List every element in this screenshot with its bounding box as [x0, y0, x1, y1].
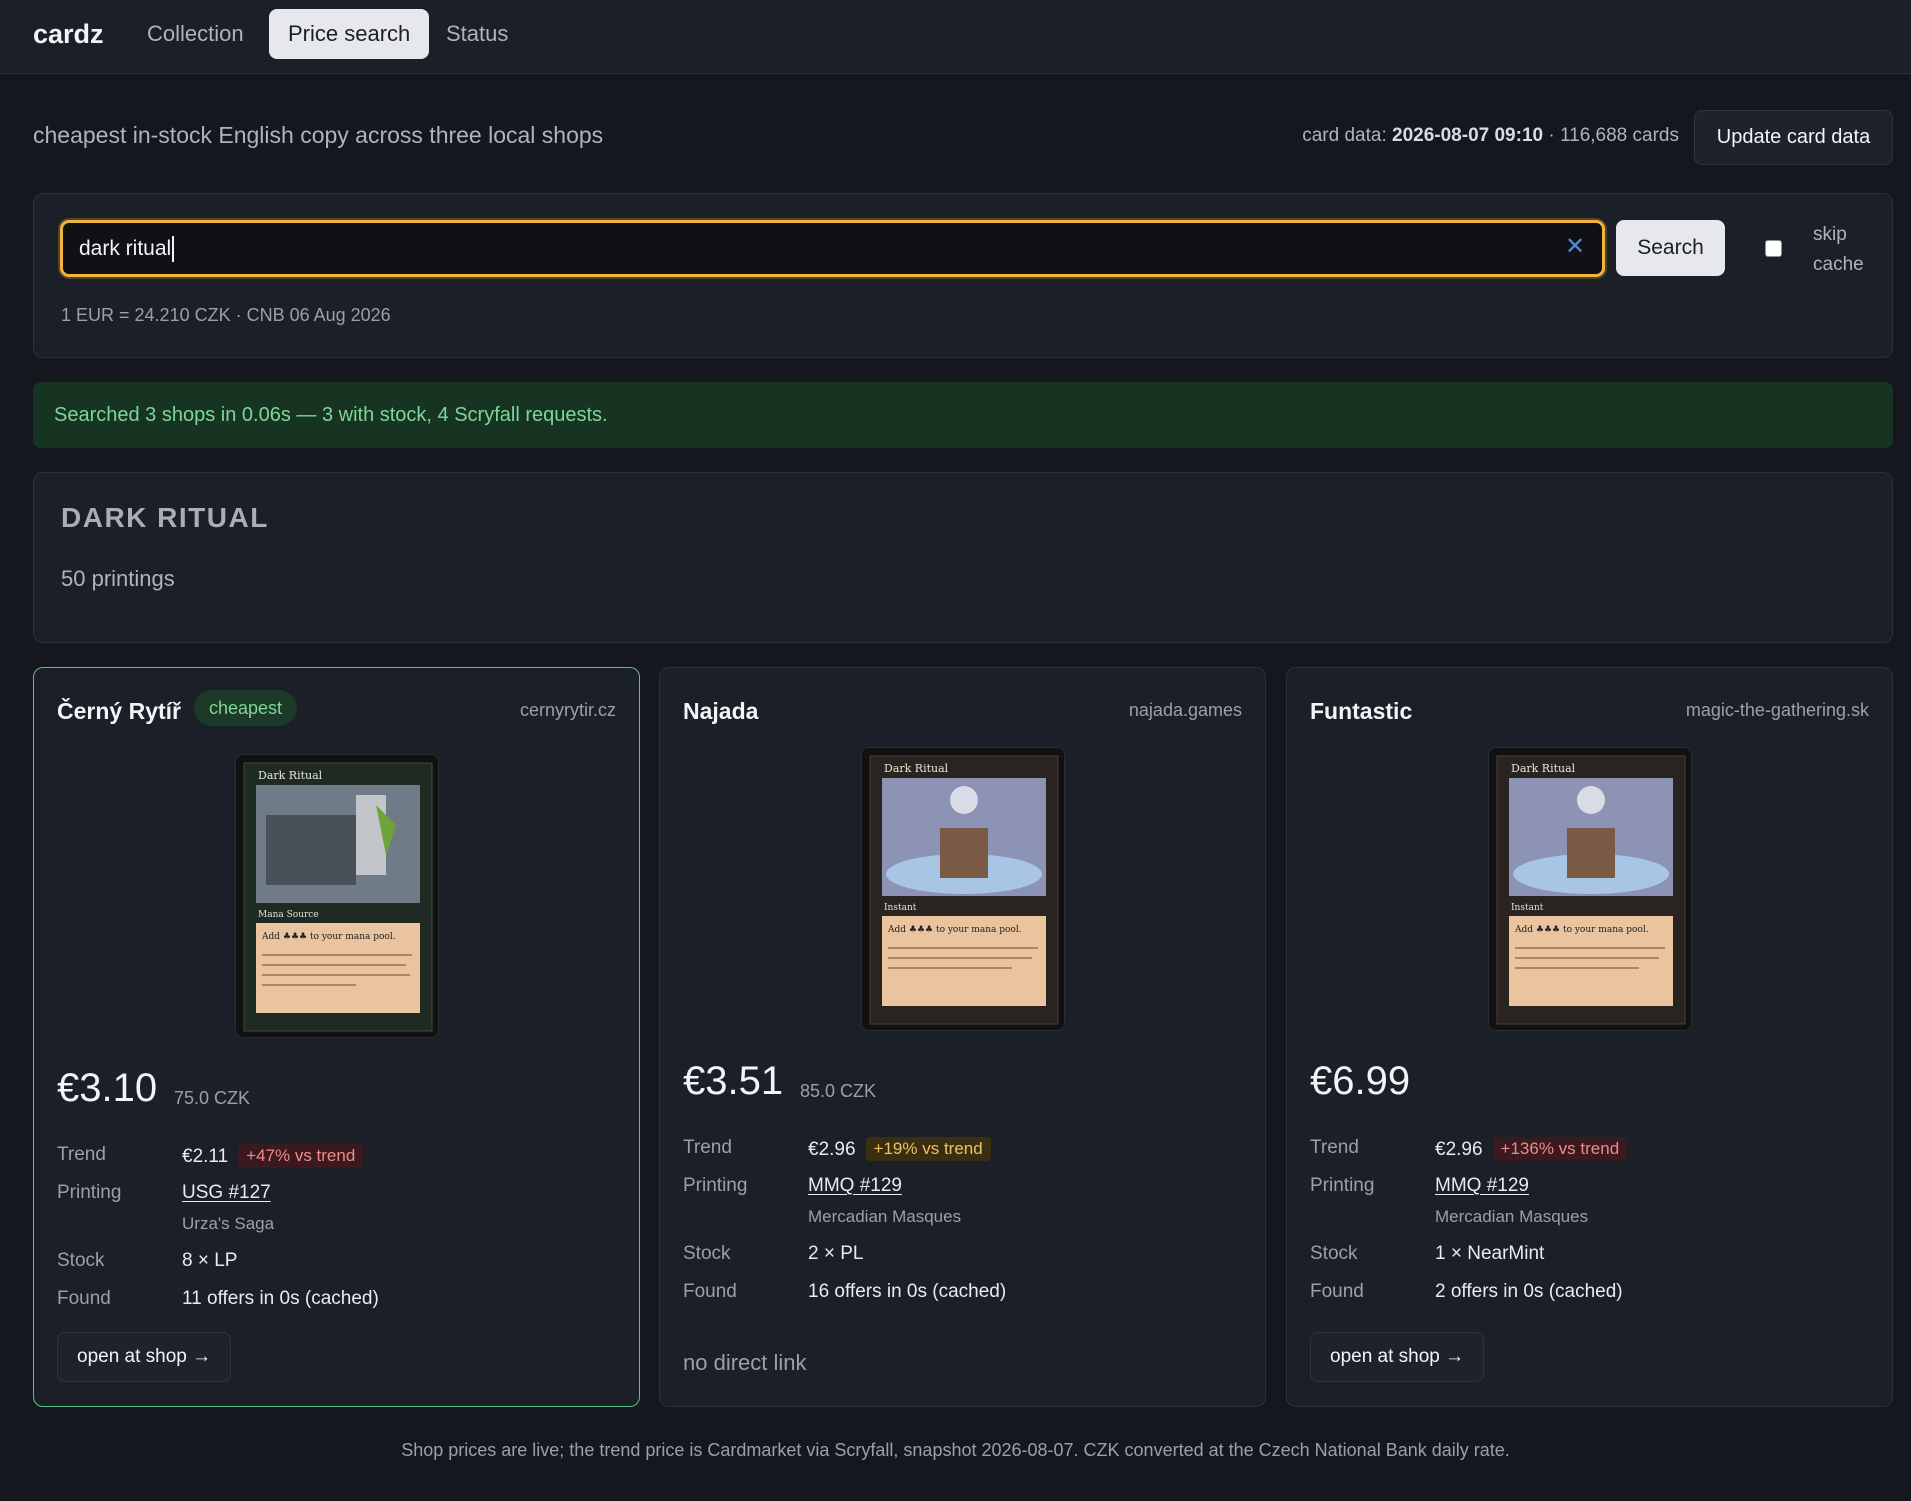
price-czk: 75.0 CZK: [174, 1088, 251, 1108]
shop-domain: najada.games: [1128, 700, 1242, 720]
set-name: Urza's Saga: [182, 1214, 275, 1233]
text-caret: [172, 236, 175, 263]
card-summary-panel: [33, 472, 1893, 643]
close-icon[interactable]: ✕: [1565, 232, 1585, 261]
found-label: Found: [1310, 1281, 1364, 1302]
exchange-rate: 1 EUR = 24.210 CZK · CNB 06 Aug 2026: [61, 305, 391, 325]
stock-value: 8 × LP: [182, 1250, 238, 1271]
shop-card-funtastic: Funtastic magic-the-gathering.sk Dark Ri…: [1286, 667, 1893, 1407]
card-image-title: Dark Ritual: [1511, 762, 1576, 775]
card-image[interactable]: Dark Ritual Mana Source Add ♣♣♣ to your …: [235, 754, 439, 1038]
shop-domain: cernyrytir.cz: [519, 700, 616, 720]
printing-link[interactable]: MMQ #129: [808, 1175, 902, 1197]
trend-delta-badge: +47% vs trend: [238, 1144, 364, 1168]
shop-card-cerny-rytir: Černý Rytíř cheapest cernyrytir.cz Dark …: [33, 667, 640, 1407]
card-count: · 116,688 cards: [1548, 125, 1679, 146]
card-image-rules: Add ♣♣♣ to your mana pool.: [887, 925, 1022, 935]
found-value: 11 offers in 0s (cached): [182, 1288, 379, 1309]
printing-label: Printing: [1310, 1175, 1375, 1196]
card-data-timestamp: 2026-08-07 09:10: [1392, 125, 1544, 146]
card-name: DARK RITUAL: [61, 502, 269, 533]
printing-label: Printing: [57, 1182, 122, 1203]
price-czk: 85.0 CZK: [800, 1081, 877, 1101]
card-image-rules: Add ♣♣♣ to your mana pool.: [1514, 925, 1649, 935]
trend-value: €2.11 +47% vs trend: [182, 1144, 364, 1168]
open-at-shop-button[interactable]: open at shop →: [1310, 1332, 1485, 1382]
tab-price-search[interactable]: Price search: [269, 9, 430, 59]
card-image-type: Instant: [1511, 903, 1544, 913]
brand-logo[interactable]: cardz: [33, 19, 104, 50]
price-eur: €3.10: [57, 1066, 158, 1110]
trend-value: €2.96 +19% vs trend: [808, 1137, 991, 1161]
no-direct-link: no direct link: [683, 1350, 807, 1375]
stock-value: 1 × NearMint: [1435, 1243, 1545, 1264]
tab-collection[interactable]: Collection: [128, 9, 263, 59]
stock-label: Stock: [1310, 1243, 1358, 1264]
stock-label: Stock: [57, 1250, 105, 1271]
top-nav: cardz Collection Price search Status: [0, 0, 1911, 74]
printing-label: Printing: [683, 1175, 748, 1196]
page-subtitle: cheapest in-stock English copy across th…: [33, 122, 604, 148]
printings-count: 50 printings: [61, 566, 175, 591]
shop-card-najada: Najada najada.games Dark Ritual Instant …: [659, 667, 1266, 1407]
skip-cache-label[interactable]: skip cache: [1813, 220, 1864, 280]
footer-note: Shop prices are live; the trend price is…: [401, 1440, 1510, 1460]
cheapest-badge: cheapest: [194, 690, 298, 726]
stock-label: Stock: [683, 1243, 731, 1264]
card-image-title: Dark Ritual: [258, 769, 323, 782]
tab-status[interactable]: Status: [427, 9, 527, 59]
set-name: Mercadian Masques: [808, 1207, 962, 1226]
printing-link[interactable]: USG #127: [182, 1182, 271, 1204]
shop-domain: magic-the-gathering.sk: [1685, 700, 1869, 720]
trend-label: Trend: [1310, 1137, 1359, 1158]
card-image-type: Instant: [884, 903, 917, 913]
stock-value: 2 × PL: [808, 1243, 864, 1264]
set-name: Mercadian Masques: [1435, 1207, 1589, 1226]
trend-delta-badge: +19% vs trend: [865, 1137, 991, 1161]
trend-delta-badge: +136% vs trend: [1492, 1137, 1628, 1161]
update-card-data-button[interactable]: Update card data: [1694, 110, 1893, 165]
card-image[interactable]: Dark Ritual Instant Add ♣♣♣ to your mana…: [1488, 747, 1692, 1031]
open-at-shop-button[interactable]: open at shop →: [57, 1332, 232, 1382]
found-value: 2 offers in 0s (cached): [1435, 1281, 1623, 1302]
card-data-label: card data:: [1302, 125, 1387, 146]
card-image-type: Mana Source: [258, 910, 319, 920]
trend-value: €2.96 +136% vs trend: [1435, 1137, 1628, 1161]
shop-name: Funtastic: [1310, 698, 1413, 724]
found-value: 16 offers in 0s (cached): [808, 1281, 1007, 1302]
search-button[interactable]: Search: [1616, 220, 1725, 276]
price-eur: €3.51: [683, 1059, 784, 1103]
printing-link[interactable]: MMQ #129: [1435, 1175, 1529, 1197]
search-query: dark ritual: [79, 237, 172, 260]
found-label: Found: [57, 1288, 111, 1309]
card-image-rules: Add ♣♣♣ to your mana pool.: [261, 932, 396, 942]
skip-cache-checkbox[interactable]: [1765, 240, 1782, 257]
shop-name: Najada: [683, 698, 759, 724]
card-data-info: card data: 2026-08-07 09:10 · 116,688 ca…: [1302, 125, 1679, 147]
card-image-title: Dark Ritual: [884, 762, 949, 775]
shop-name: Černý Rytíř: [57, 698, 181, 724]
trend-label: Trend: [683, 1137, 732, 1158]
status-message: Searched 3 shops in 0.06s — 3 with stock…: [33, 382, 1893, 448]
price-eur: €6.99: [1310, 1059, 1411, 1103]
found-label: Found: [683, 1281, 737, 1302]
search-input[interactable]: dark ritual: [60, 220, 1605, 277]
card-image[interactable]: Dark Ritual Instant Add ♣♣♣ to your mana…: [861, 747, 1065, 1031]
trend-label: Trend: [57, 1144, 106, 1165]
